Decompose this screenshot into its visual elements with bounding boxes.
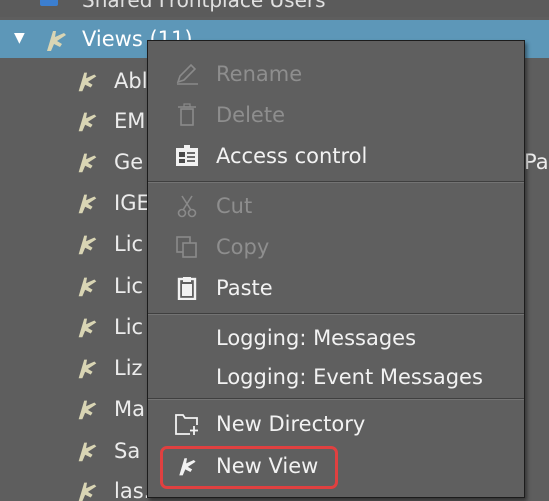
tree-row-label: Lic xyxy=(114,232,144,256)
view-icon xyxy=(74,68,100,94)
view-icon xyxy=(74,314,100,340)
view-icon xyxy=(74,108,100,134)
menu-separator xyxy=(148,398,524,400)
context-menu: Rename Delete Access control Cut Copy Pa… xyxy=(147,40,525,498)
tree-row-label: Ge xyxy=(114,150,144,174)
menu-item-label: Logging: Event Messages xyxy=(216,365,483,389)
view-icon xyxy=(74,478,100,501)
tree-row-label-fragment: Pa xyxy=(524,150,549,174)
menu-item-delete[interactable]: Delete xyxy=(148,96,524,134)
menu-item-label: Logging: Messages xyxy=(216,326,417,350)
menu-item-label: Paste xyxy=(216,276,273,300)
tree-row-label: Shared Frontplace Users xyxy=(82,0,326,12)
tree-row-label: Sa xyxy=(114,439,141,463)
expand-arrow-icon[interactable]: ▼ xyxy=(14,30,25,46)
view-icon xyxy=(74,273,100,299)
view-icon xyxy=(74,396,100,422)
view-icon xyxy=(74,231,100,257)
menu-item-label: Cut xyxy=(216,194,253,218)
menu-item-logging-event-messages[interactable]: Logging: Event Messages xyxy=(148,358,524,396)
menu-separator xyxy=(148,313,524,315)
menu-item-label: Rename xyxy=(216,62,303,86)
menu-separator xyxy=(148,181,524,183)
views-icon xyxy=(42,26,70,54)
tree-row-label: Lic xyxy=(114,315,144,339)
tree-row-label: Liz xyxy=(114,356,143,380)
tree-row-label: EM xyxy=(114,109,146,133)
menu-item-label: Access control xyxy=(216,144,368,168)
view-icon xyxy=(74,355,100,381)
menu-item-access-control[interactable]: Access control xyxy=(148,137,524,175)
tree-row-label: Ma xyxy=(114,397,145,421)
menu-item-cut[interactable]: Cut xyxy=(148,187,524,225)
trash-icon xyxy=(174,103,200,127)
tree-row-label: IGE xyxy=(114,191,150,215)
scissors-icon xyxy=(174,194,200,218)
menu-item-new-directory[interactable]: New Directory xyxy=(148,405,524,443)
view-icon xyxy=(74,149,100,175)
highlight-box xyxy=(160,446,338,489)
view-icon xyxy=(74,190,100,216)
pencil-icon xyxy=(174,62,200,86)
tree-row-label: Lic xyxy=(114,274,144,298)
menu-item-label: Delete xyxy=(216,103,285,127)
tree-row-shared-frontplace-users[interactable]: Shared Frontplace Users xyxy=(0,0,549,17)
menu-item-label: New Directory xyxy=(216,412,366,436)
new-directory-icon xyxy=(174,412,200,436)
menu-item-rename[interactable]: Rename xyxy=(148,55,524,93)
view-icon xyxy=(74,438,100,464)
tree-row-label: Abl xyxy=(114,69,148,93)
menu-item-copy[interactable]: Copy xyxy=(148,228,524,266)
menu-item-label: Copy xyxy=(216,235,270,259)
menu-item-logging-messages[interactable]: Logging: Messages xyxy=(148,319,524,357)
clipboard-icon xyxy=(174,276,200,300)
access-control-icon xyxy=(174,144,200,168)
menu-item-paste[interactable]: Paste xyxy=(148,269,524,307)
folder-icon xyxy=(40,0,58,6)
copy-icon xyxy=(174,235,200,259)
